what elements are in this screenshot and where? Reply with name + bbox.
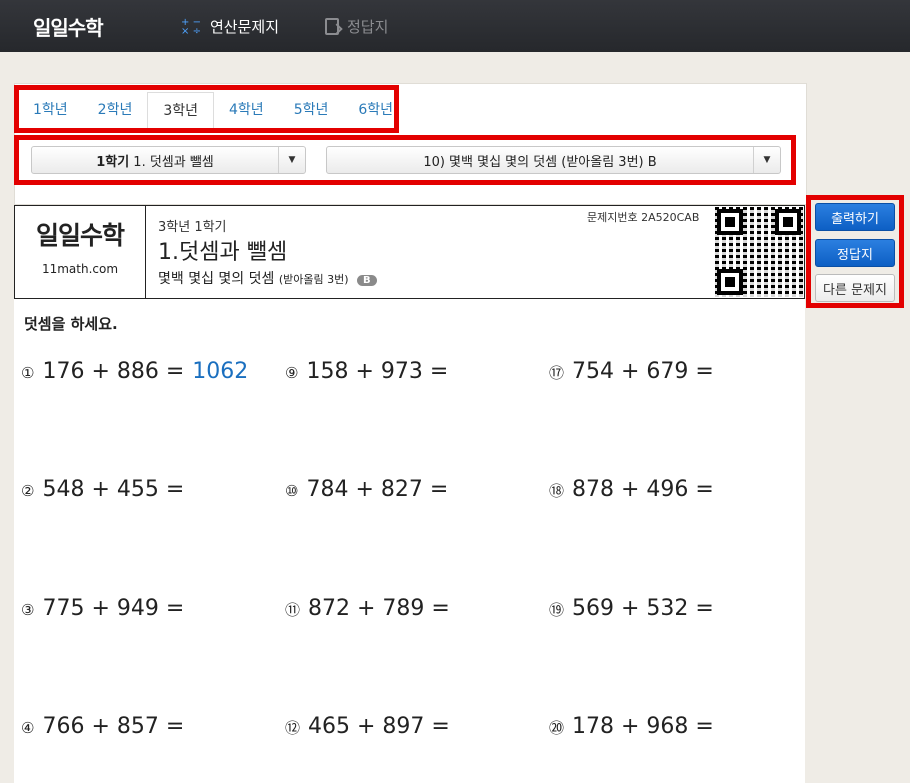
problem-11: ⑪ 872 + 789 = bbox=[285, 596, 450, 621]
grade-tabs-highlight bbox=[14, 85, 399, 133]
worksheet: 일일수학 11math.com 3학년 1학기 1.덧셈과 뺄셈 몇백 몇십 몇… bbox=[14, 205, 805, 783]
problem-9: ⑨ 158 + 973 = bbox=[285, 359, 449, 384]
nav-practice-label: 연산문제지 bbox=[210, 18, 280, 36]
brand-logo: 일일수학 bbox=[35, 221, 125, 250]
unit-title: 1.덧셈과 뺄셈 bbox=[158, 240, 288, 265]
worksheet-header: 일일수학 11math.com 3학년 1학기 1.덧셈과 뺄셈 몇백 몇십 몇… bbox=[14, 205, 805, 299]
top-nav-bar: 일일수학 + − × ÷ 연산문제지 정답지 bbox=[0, 0, 910, 52]
selects-highlight bbox=[14, 135, 796, 185]
nav-practice-sheets[interactable]: + − × ÷ 연산문제지 bbox=[180, 16, 279, 37]
problem-4: ④ 766 + 857 = bbox=[21, 714, 185, 739]
problem-17: ⑰ 754 + 679 = bbox=[549, 359, 714, 384]
answer-value: 1062 bbox=[192, 359, 249, 384]
problem-18: ⑱ 878 + 496 = bbox=[549, 477, 714, 502]
level-badge: B bbox=[356, 275, 377, 286]
problem-10: ⑩ 784 + 827 = bbox=[285, 477, 449, 502]
brand-url: 11math.com bbox=[41, 262, 119, 276]
problem-3: ③ 775 + 949 = bbox=[21, 596, 185, 621]
actions-highlight bbox=[806, 195, 904, 308]
arithmetic-icon: + − × ÷ bbox=[181, 16, 201, 37]
qr-code-icon bbox=[715, 207, 803, 297]
worksheet-brand: 일일수학 11math.com bbox=[15, 206, 146, 298]
grade-semester: 3학년 1학기 bbox=[158, 220, 227, 235]
worksheet-code: 문제지번호 2A520CAB bbox=[587, 211, 700, 224]
problem-20: ⑳ 178 + 968 = bbox=[549, 714, 714, 739]
problem-1: ① 176 + 886 = 1062 bbox=[21, 359, 249, 384]
site-logo[interactable]: 일일수학 bbox=[33, 12, 104, 41]
problem-12: ⑫ 465 + 897 = bbox=[285, 714, 450, 739]
problem-2: ② 548 + 455 = bbox=[21, 477, 185, 502]
worksheet-subtitle: 몇백 몇십 몇의 덧셈 (받아올림 3번) B bbox=[158, 268, 377, 288]
nav-answer-sheets[interactable]: 정답지 bbox=[325, 16, 388, 37]
document-icon bbox=[325, 18, 339, 35]
problem-19: ⑲ 569 + 532 = bbox=[549, 596, 714, 621]
instruction: 덧셈을 하세요. bbox=[24, 315, 118, 333]
nav-answer-label: 정답지 bbox=[347, 18, 389, 36]
